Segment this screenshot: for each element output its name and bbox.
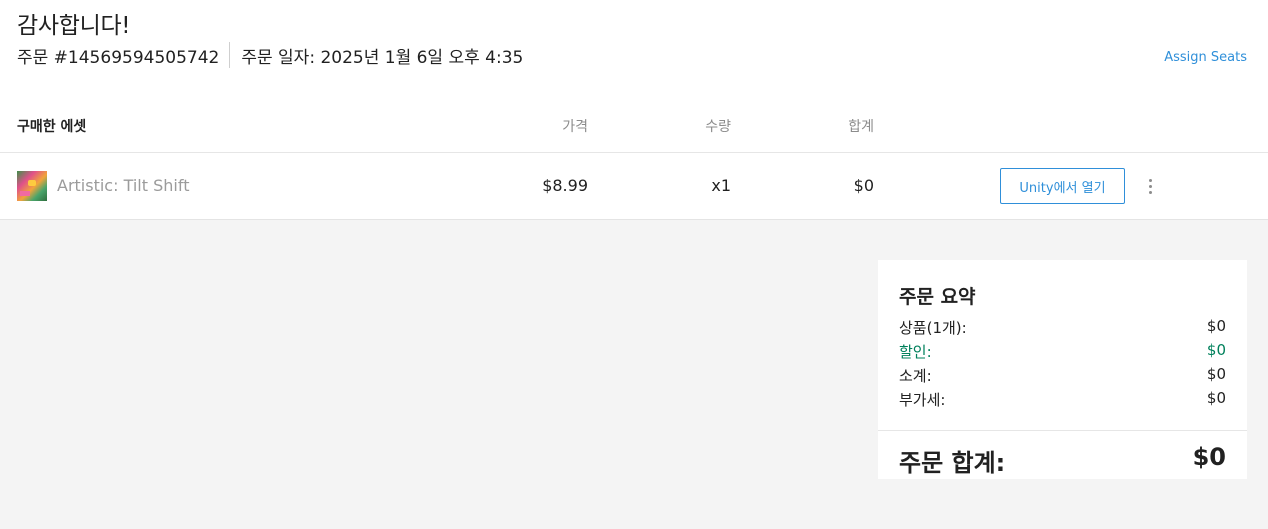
summary-items-value: $0 [1206, 317, 1226, 335]
order-summary-card: 주문 요약 상품(1개): $0 할인: $0 소계: $0 부가세: $0 주… [878, 260, 1247, 479]
open-in-unity-button[interactable]: Unity에서 열기 [1000, 168, 1125, 204]
table-row: Artistic: Tilt Shift $8.99 x1 $0 Unity에서… [0, 153, 1268, 219]
asset-price: $8.99 [542, 176, 588, 195]
column-header-asset: 구매한 에셋 [17, 119, 87, 135]
summary-tax-row: 부가세: $0 [899, 389, 1226, 409]
summary-total-label: 주문 합계: [899, 449, 1006, 477]
order-header-section: 감사합니다! 주문 #14569594505742 주문 일자: 2025년 1… [0, 0, 1268, 220]
table-header: 구매한 에셋 가격 수량 합계 [0, 100, 1268, 153]
more-options-icon[interactable] [1140, 175, 1160, 197]
column-header-total: 합계 [848, 119, 874, 135]
summary-subtotal-value: $0 [1206, 365, 1226, 383]
summary-tax-label: 부가세: [899, 391, 946, 409]
summary-discount-value: $0 [1206, 341, 1226, 359]
summary-subtotal-label: 소계: [899, 367, 932, 385]
page-title: 감사합니다! [17, 13, 131, 39]
summary-discount-row: 할인: $0 [899, 341, 1226, 361]
meta-divider [229, 42, 231, 68]
assign-seats-link[interactable]: Assign Seats [1164, 50, 1247, 65]
column-header-price: 가격 [562, 119, 588, 135]
summary-items-row: 상품(1개): $0 [899, 317, 1226, 337]
summary-divider [878, 430, 1247, 431]
asset-total: $0 [853, 176, 874, 195]
asset-thumbnail-icon[interactable] [17, 171, 47, 201]
summary-title: 주문 요약 [899, 286, 976, 308]
order-number: 주문 #14569594505742 [17, 47, 220, 68]
summary-total-row: 주문 합계: $0 [899, 443, 1226, 478]
summary-total-value: $0 [1192, 443, 1226, 471]
summary-tax-value: $0 [1206, 389, 1226, 407]
order-meta: 주문 #14569594505742 주문 일자: 2025년 1월 6일 오후… [17, 42, 523, 68]
asset-quantity: x1 [711, 176, 731, 195]
summary-subtotal-row: 소계: $0 [899, 365, 1226, 385]
summary-discount-label: 할인: [899, 343, 932, 361]
order-date: 주문 일자: 2025년 1월 6일 오후 4:35 [241, 47, 524, 68]
column-header-quantity: 수량 [705, 119, 731, 135]
asset-name-link[interactable]: Artistic: Tilt Shift [57, 176, 189, 195]
summary-items-label: 상품(1개): [899, 319, 967, 337]
